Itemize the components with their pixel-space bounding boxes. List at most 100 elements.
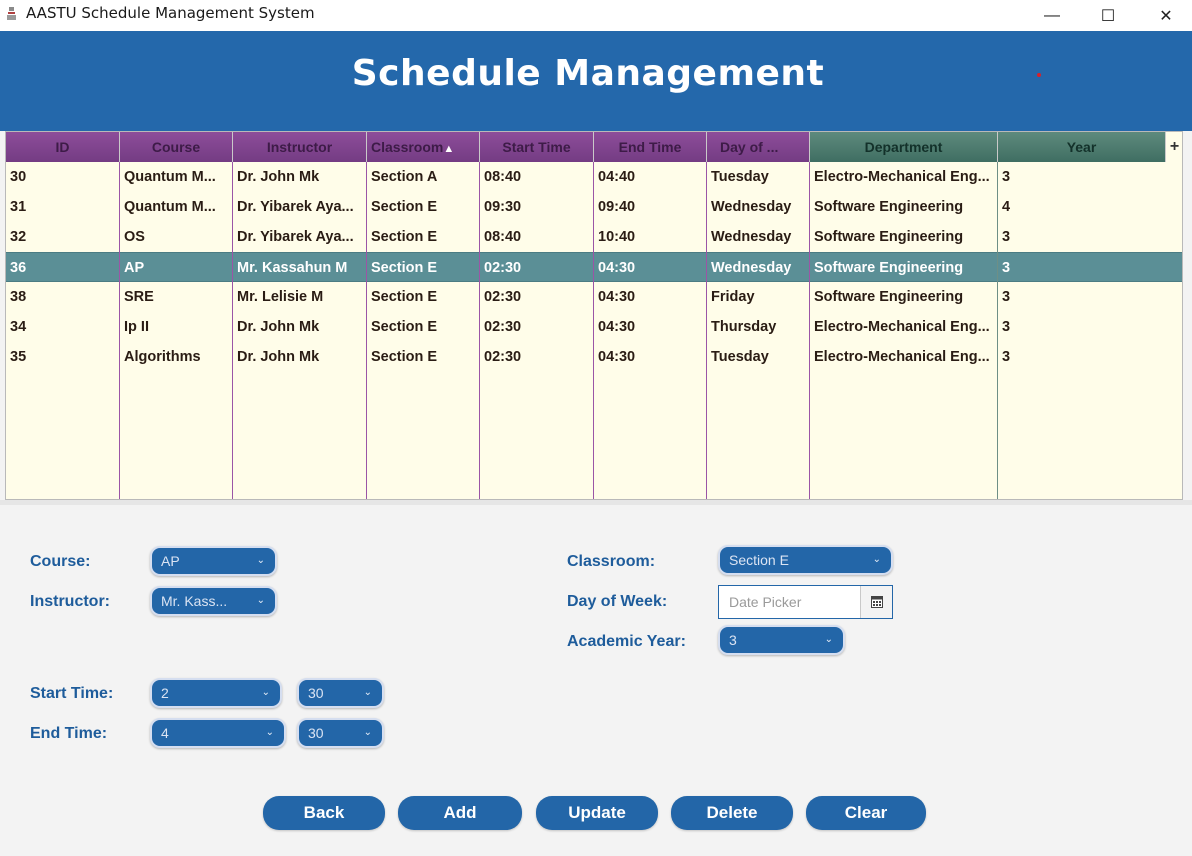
cell-instructor: Mr. Kassahun M [237, 260, 348, 276]
course-select[interactable]: AP ⌄ [150, 546, 277, 576]
cell-id: 31 [10, 199, 27, 215]
cell-end-time: 10:40 [598, 229, 636, 245]
cell-day: Wednesday [711, 260, 792, 276]
minimize-button[interactable]: — [1024, 0, 1080, 31]
table-row[interactable]: 35 Algorithms Dr. John Mk Section E 02:30 04:… [6, 342, 1182, 372]
sort-ascending-icon: ▲ [443, 143, 455, 155]
table-row[interactable]: 32 OS Dr. Yibarek Aya... Section E 08:40 10:4… [6, 222, 1182, 252]
end-hour-value: 4 [161, 725, 169, 741]
start-hour-select[interactable]: 2 ⌄ [150, 678, 282, 708]
cell-day: Thursday [711, 319, 777, 335]
column-divider [366, 162, 367, 499]
cell-end-time: 09:40 [598, 199, 636, 215]
column-header-classroom[interactable]: Classroom▲ [367, 132, 480, 162]
cell-course: Ip II [124, 319, 149, 335]
cell-year: 4 [1002, 199, 1011, 215]
classroom-select[interactable]: Section E ⌄ [718, 545, 893, 575]
column-header-course[interactable]: Course [120, 132, 233, 162]
cell-course: Algorithms [124, 349, 201, 365]
end-hour-select[interactable]: 4 ⌄ [150, 718, 286, 748]
cell-year: 3 [1002, 260, 1011, 276]
instructor-select[interactable]: Mr. Kass... ⌄ [150, 586, 277, 616]
cell-day: Wednesday [711, 229, 792, 245]
back-button[interactable]: Back [263, 796, 385, 830]
cell-classroom: Section E [371, 289, 438, 305]
cell-id: 35 [10, 349, 27, 365]
delete-button[interactable]: Delete [671, 796, 793, 830]
course-select-value: AP [161, 553, 180, 569]
table-row[interactable]: 34 Ip II Dr. John Mk Section E 02:30 04:30 Thu… [6, 312, 1182, 342]
cell-id: 38 [10, 289, 27, 305]
cell-classroom: Section E [371, 260, 438, 276]
column-divider [997, 162, 998, 499]
chevron-down-icon: ⌄ [363, 727, 372, 738]
cell-classroom: Section E [371, 349, 438, 365]
classroom-label: Classroom: [567, 553, 656, 570]
chevron-down-icon: ⌄ [256, 555, 265, 566]
cell-day: Wednesday [711, 199, 792, 215]
column-header-year[interactable]: Year [998, 132, 1166, 162]
cell-instructor: Dr. Yibarek Aya... [237, 199, 354, 215]
cell-course: Quantum M... [124, 199, 216, 215]
column-divider [232, 162, 233, 499]
close-button[interactable]: ✕ [1138, 0, 1192, 31]
column-header-classroom-label: Classroom [371, 139, 444, 155]
table-row[interactable]: 38 SRE Mr. Lelisie M Section E 02:30 04:30 Fri… [6, 282, 1182, 312]
cell-instructor: Dr. John Mk [237, 169, 320, 185]
course-label: Course: [30, 553, 91, 570]
cell-year: 3 [1002, 349, 1011, 365]
header-dot [1037, 73, 1041, 77]
chevron-down-icon: ⌄ [824, 634, 833, 645]
end-time-label: End Time: [30, 725, 108, 742]
column-header-start-time[interactable]: Start Time [480, 132, 594, 162]
cell-course: OS [124, 229, 145, 245]
end-minute-select[interactable]: 30 ⌄ [297, 718, 384, 748]
cell-end-time: 04:30 [598, 319, 636, 335]
academic-year-select[interactable]: 3 ⌄ [718, 625, 845, 655]
window-title: AASTU Schedule Management System [26, 4, 315, 22]
column-header-instructor[interactable]: Instructor [233, 132, 367, 162]
table-header: ID Course Instructor Classroom▲ Start Ti… [6, 132, 1182, 162]
table-row[interactable]: 31 Quantum M... Dr. Yibarek Aya... Section … [6, 192, 1182, 222]
academic-year-select-value: 3 [729, 632, 737, 648]
calendar-button[interactable] [860, 586, 892, 618]
maximize-button[interactable]: ☐ [1080, 0, 1136, 31]
column-header-end-time[interactable]: End Time [594, 132, 707, 162]
cell-start-time: 08:40 [484, 229, 522, 245]
cell-course: AP [124, 260, 145, 276]
column-header-day[interactable]: Day of ... [707, 132, 810, 162]
classroom-select-value: Section E [729, 552, 789, 568]
cell-start-time: 02:30 [484, 319, 522, 335]
cell-department: Software Engineering [814, 260, 964, 276]
cell-department: Electro-Mechanical Eng... [814, 319, 990, 335]
cell-instructor: Mr. Lelisie M [237, 289, 324, 305]
cell-id: 34 [10, 319, 27, 335]
cell-year: 3 [1002, 289, 1011, 305]
column-header-department[interactable]: Department [810, 132, 998, 162]
add-button[interactable]: Add [398, 796, 522, 830]
start-minute-select[interactable]: 30 ⌄ [297, 678, 384, 708]
update-button[interactable]: Update [536, 796, 658, 830]
page-title: Schedule Management [351, 53, 825, 94]
page-header: Schedule Management [0, 31, 1192, 131]
day-of-week-date-picker[interactable]: Date Picker [718, 585, 893, 619]
cell-end-time: 04:30 [598, 289, 636, 305]
cell-end-time: 04:30 [598, 260, 636, 276]
cell-classroom: Section E [371, 319, 438, 335]
column-header-id[interactable]: ID [6, 132, 120, 162]
schedule-table[interactable]: ID Course Instructor Classroom▲ Start Ti… [5, 131, 1183, 500]
cell-day: Tuesday [711, 349, 769, 365]
cell-instructor: Dr. John Mk [237, 349, 320, 365]
cell-classroom: Section A [371, 169, 438, 185]
cell-department: Software Engineering [814, 199, 964, 215]
window-titlebar: AASTU Schedule Management System — ☐ ✕ [0, 0, 1192, 31]
cell-department: Electro-Mechanical Eng... [814, 349, 990, 365]
cell-start-time: 02:30 [484, 289, 522, 305]
chevron-down-icon: ⌄ [363, 687, 372, 698]
table-row[interactable]: 30 Quantum M... Dr. John Mk Section A 08:40 0… [6, 162, 1182, 192]
clear-button[interactable]: Clear [806, 796, 926, 830]
table-row[interactable]: 36 AP Mr. Kassahun M Section E 02:30 04:30 Wed… [6, 252, 1182, 282]
column-control-plus-icon[interactable]: + [1166, 132, 1182, 162]
cell-start-time: 02:30 [484, 349, 522, 365]
cell-end-time: 04:40 [598, 169, 636, 185]
